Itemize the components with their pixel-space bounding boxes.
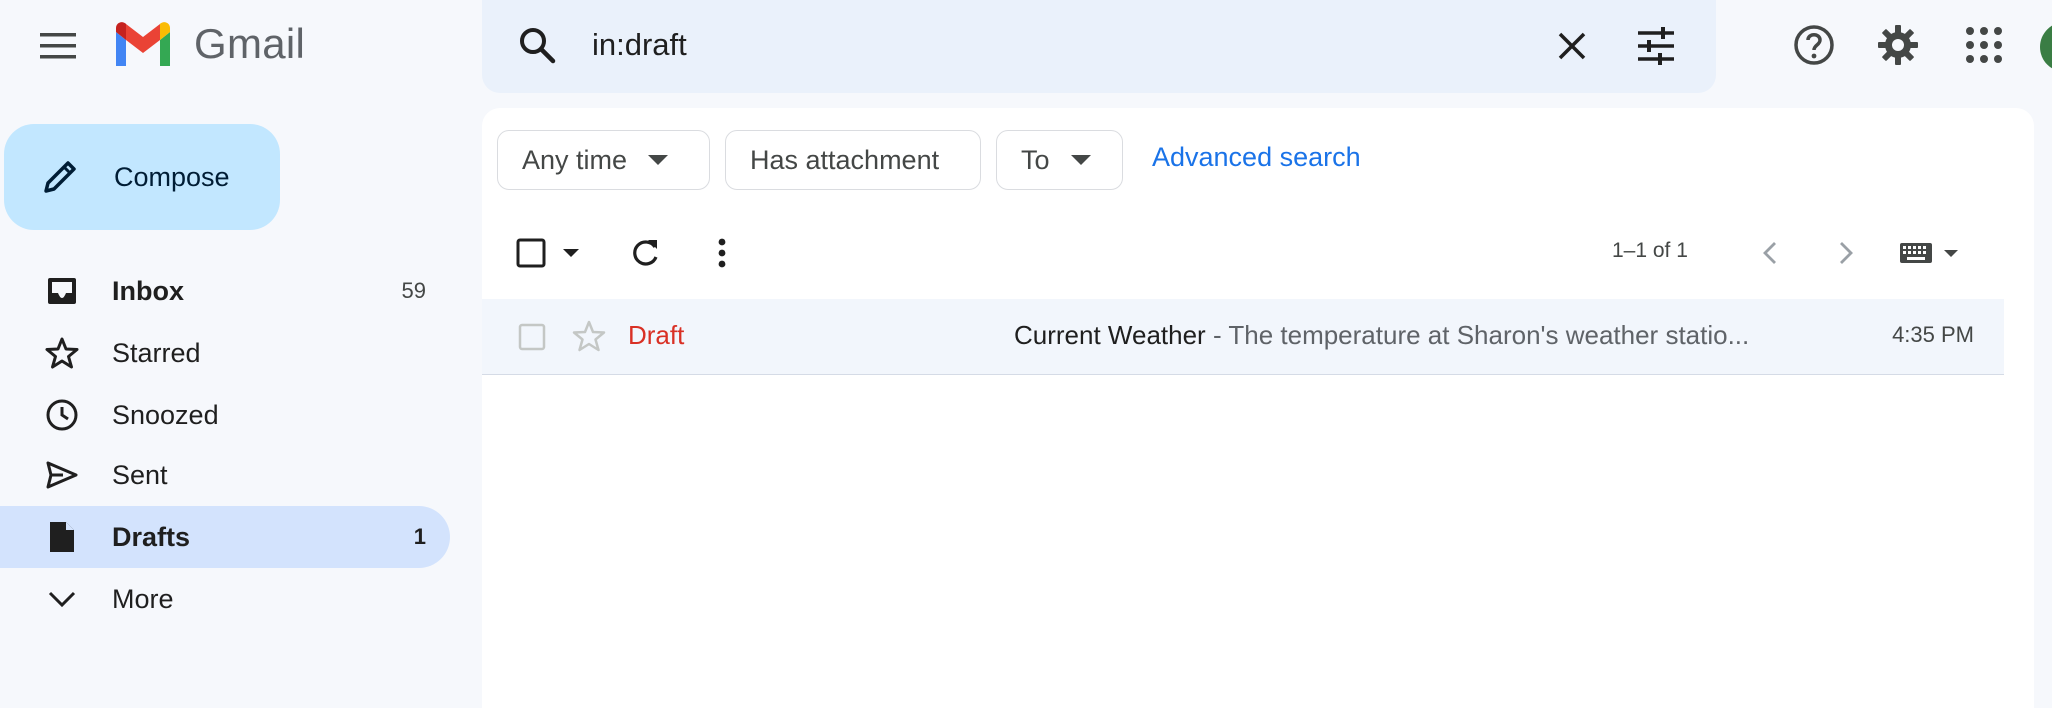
- sidebar-item-starred[interactable]: Starred: [0, 322, 450, 384]
- chevron-left-icon: [1763, 242, 1776, 264]
- filter-to[interactable]: To: [996, 130, 1123, 190]
- older-button[interactable]: [1836, 240, 1856, 266]
- main-menu-button[interactable]: [28, 22, 88, 70]
- select-all-checkbox[interactable]: [516, 238, 546, 268]
- support-button[interactable]: [1792, 23, 1836, 67]
- sidebar-item-label: Drafts: [112, 521, 191, 552]
- search-options-button[interactable]: [1634, 24, 1678, 68]
- message-time: 4:35 PM: [1892, 322, 1974, 347]
- subject-text: Current Weather: [1014, 320, 1206, 350]
- caret-down-icon: [648, 155, 669, 165]
- star-toggle[interactable]: [572, 319, 606, 353]
- sidebar-item-snoozed[interactable]: Snoozed: [0, 384, 450, 446]
- compose-button[interactable]: Compose: [4, 124, 280, 230]
- close-icon: [1558, 32, 1586, 60]
- help-icon: [1794, 25, 1834, 65]
- more-actions-button[interactable]: [716, 237, 728, 269]
- star-icon: [572, 320, 606, 352]
- sidebar-item-drafts[interactable]: Drafts 1: [0, 506, 450, 568]
- apps-grid-icon: [1966, 27, 2002, 63]
- search-input[interactable]: in:draft: [592, 27, 687, 63]
- gmail-logo[interactable]: Gmail: [112, 20, 305, 68]
- clear-search-button[interactable]: [1552, 26, 1592, 66]
- gmail-wordmark: Gmail: [194, 20, 306, 67]
- gear-icon: [1878, 25, 1918, 65]
- row-checkbox[interactable]: [518, 323, 546, 351]
- refresh-icon: [633, 240, 658, 266]
- search-icon: [520, 28, 556, 64]
- chevron-right-icon: [1840, 242, 1853, 264]
- settings-button[interactable]: [1876, 23, 1920, 67]
- gmail-m-icon: [116, 22, 170, 66]
- sidebar-item-label: More: [112, 583, 174, 614]
- select-options-dropdown[interactable]: [562, 248, 580, 258]
- advanced-search-link[interactable]: Advanced search: [1152, 142, 1361, 173]
- hamburger-menu-icon: [40, 33, 76, 59]
- search-button[interactable]: [516, 24, 560, 68]
- more-vert-icon: [718, 238, 726, 268]
- caret-down-icon: [563, 249, 579, 257]
- sidebar-item-label: Inbox: [112, 275, 184, 306]
- unread-count: 59: [401, 278, 426, 303]
- tune-icon: [1638, 27, 1674, 65]
- sidebar-item-label: Snoozed: [112, 399, 219, 430]
- message-row[interactable]: Draft Current Weather - The temperature …: [482, 299, 2004, 375]
- sidebar-item-more[interactable]: More: [0, 568, 450, 630]
- sidebar-item-label: Starred: [112, 337, 201, 368]
- caret-down-icon: [1944, 249, 1958, 257]
- draft-icon: [50, 522, 74, 552]
- caret-down-icon: [1070, 155, 1091, 165]
- filter-label: Any time: [522, 144, 628, 175]
- sidebar-item-inbox[interactable]: Inbox 59: [0, 260, 450, 322]
- clock-icon: [46, 399, 78, 431]
- account-avatar[interactable]: [2040, 22, 2052, 72]
- star-icon: [45, 337, 79, 369]
- filter-has-attachment[interactable]: Has attachment: [725, 130, 981, 190]
- compose-label: Compose: [114, 161, 230, 192]
- chevron-down-icon: [48, 591, 76, 608]
- draft-label: Draft: [628, 320, 685, 350]
- sidebar-item-sent[interactable]: Sent: [0, 444, 450, 506]
- message-subject: Current Weather - The temperature at Sha…: [1014, 320, 1749, 351]
- input-tools-button[interactable]: [1899, 242, 1959, 264]
- sidebar-item-label: Sent: [112, 459, 168, 490]
- filter-label: Has attachment: [750, 144, 940, 175]
- pagination-count: 1–1 of 1: [1612, 239, 1688, 262]
- google-apps-button[interactable]: [1962, 23, 2006, 67]
- checkbox-icon: [518, 323, 546, 351]
- keyboard-icon: [1900, 243, 1932, 263]
- draft-count: 1: [413, 524, 426, 549]
- pencil-icon: [44, 161, 76, 193]
- filter-label: To: [1021, 144, 1050, 175]
- send-icon: [46, 461, 78, 489]
- search-bar[interactable]: in:draft: [482, 0, 1716, 93]
- message-list-panel: Any time Has attachment To Advanced sear…: [482, 108, 2034, 708]
- newer-button[interactable]: [1760, 240, 1780, 266]
- message-snippet: - The temperature at Sharon's weather st…: [1205, 320, 1750, 350]
- inbox-icon: [48, 278, 76, 304]
- filter-any-time[interactable]: Any time: [497, 130, 710, 190]
- checkbox-icon: [516, 238, 546, 268]
- refresh-button[interactable]: [628, 236, 662, 270]
